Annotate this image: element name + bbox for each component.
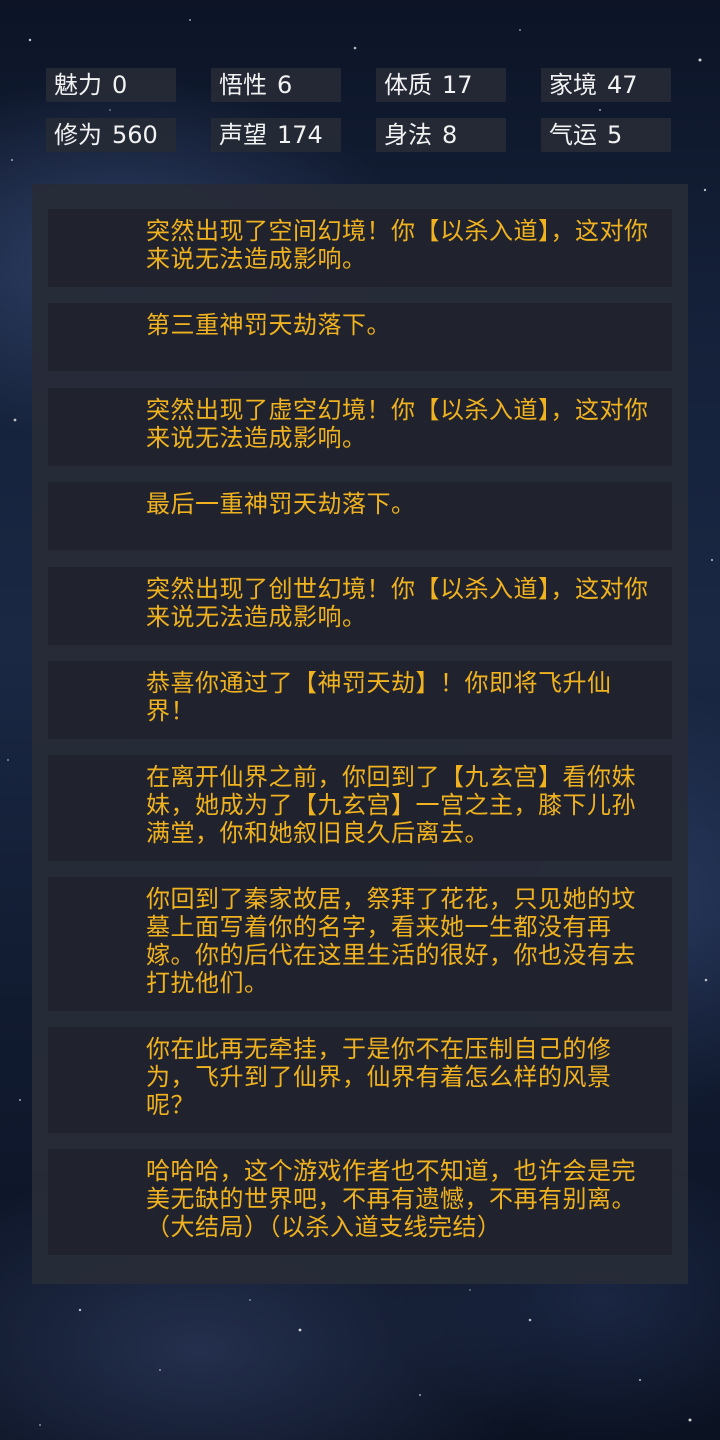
stat-value: 8 xyxy=(442,121,458,149)
stat-value: 560 xyxy=(112,121,158,149)
log-entry: 突然出现了虚空幻境！你【以杀入道】，这对你来说无法造成影响。 xyxy=(48,388,672,466)
stat-agility: 身法 8 xyxy=(376,118,506,152)
stat-luck: 气运 5 xyxy=(541,118,671,152)
log-entry: 第三重神罚天劫落下。 xyxy=(48,303,672,371)
stat-label: 魅力 xyxy=(54,71,102,99)
stat-label: 气运 xyxy=(549,121,597,149)
log-entry: 恭喜你通过了【神罚天劫】！你即将飞升仙界！ xyxy=(48,661,672,739)
log-entry: 突然出现了空间幻境！你【以杀入道】，这对你来说无法造成影响。 xyxy=(48,209,672,287)
log-entry: 你在此再无牵挂，于是你不在压制自己的修为，飞升到了仙界，仙界有着怎么样的风景呢？ xyxy=(48,1027,672,1133)
stat-value: 6 xyxy=(277,71,293,99)
stat-family: 家境 47 xyxy=(541,68,671,102)
attribute-stats: 魅力 0 悟性 6 体质 17 家境 47 修为 560 声望 174 身法 8 气运 5 xyxy=(0,0,720,170)
stat-label: 声望 xyxy=(219,121,267,149)
stat-label: 家境 xyxy=(549,71,597,99)
stat-label: 体质 xyxy=(384,71,432,99)
stat-label: 身法 xyxy=(384,121,432,149)
log-entry: 你回到了秦家故居，祭拜了花花，只见她的坟墓上面写着你的名字，看来她一生都没有再嫁… xyxy=(48,877,672,1011)
stat-value: 5 xyxy=(607,121,623,149)
log-entry: 哈哈哈，这个游戏作者也不知道，也许会是完美无缺的世界吧，不再有遗憾，不再有别离。… xyxy=(48,1149,672,1255)
stat-comprehension: 悟性 6 xyxy=(211,68,341,102)
log-entry: 在离开仙界之前，你回到了【九玄宫】看你妹妹，她成为了【九玄宫】一宫之主，膝下儿孙… xyxy=(48,755,672,861)
stat-reputation: 声望 174 xyxy=(211,118,341,152)
log-entry: 最后一重神罚天劫落下。 xyxy=(48,482,672,550)
stat-cultivation: 修为 560 xyxy=(46,118,176,152)
stat-charm: 魅力 0 xyxy=(46,68,176,102)
stat-value: 0 xyxy=(112,71,128,99)
stat-label: 悟性 xyxy=(219,71,267,99)
stat-label: 修为 xyxy=(54,121,102,149)
stat-value: 174 xyxy=(277,121,323,149)
stat-constitution: 体质 17 xyxy=(376,68,506,102)
log-entry: 突然出现了创世幻境！你【以杀入道】，这对你来说无法造成影响。 xyxy=(48,567,672,645)
stat-value: 17 xyxy=(442,71,473,99)
stat-value: 47 xyxy=(607,71,638,99)
event-log-panel[interactable]: 突然出现了空间幻境！你【以杀入道】，这对你来说无法造成影响。 第三重神罚天劫落下… xyxy=(32,184,688,1284)
